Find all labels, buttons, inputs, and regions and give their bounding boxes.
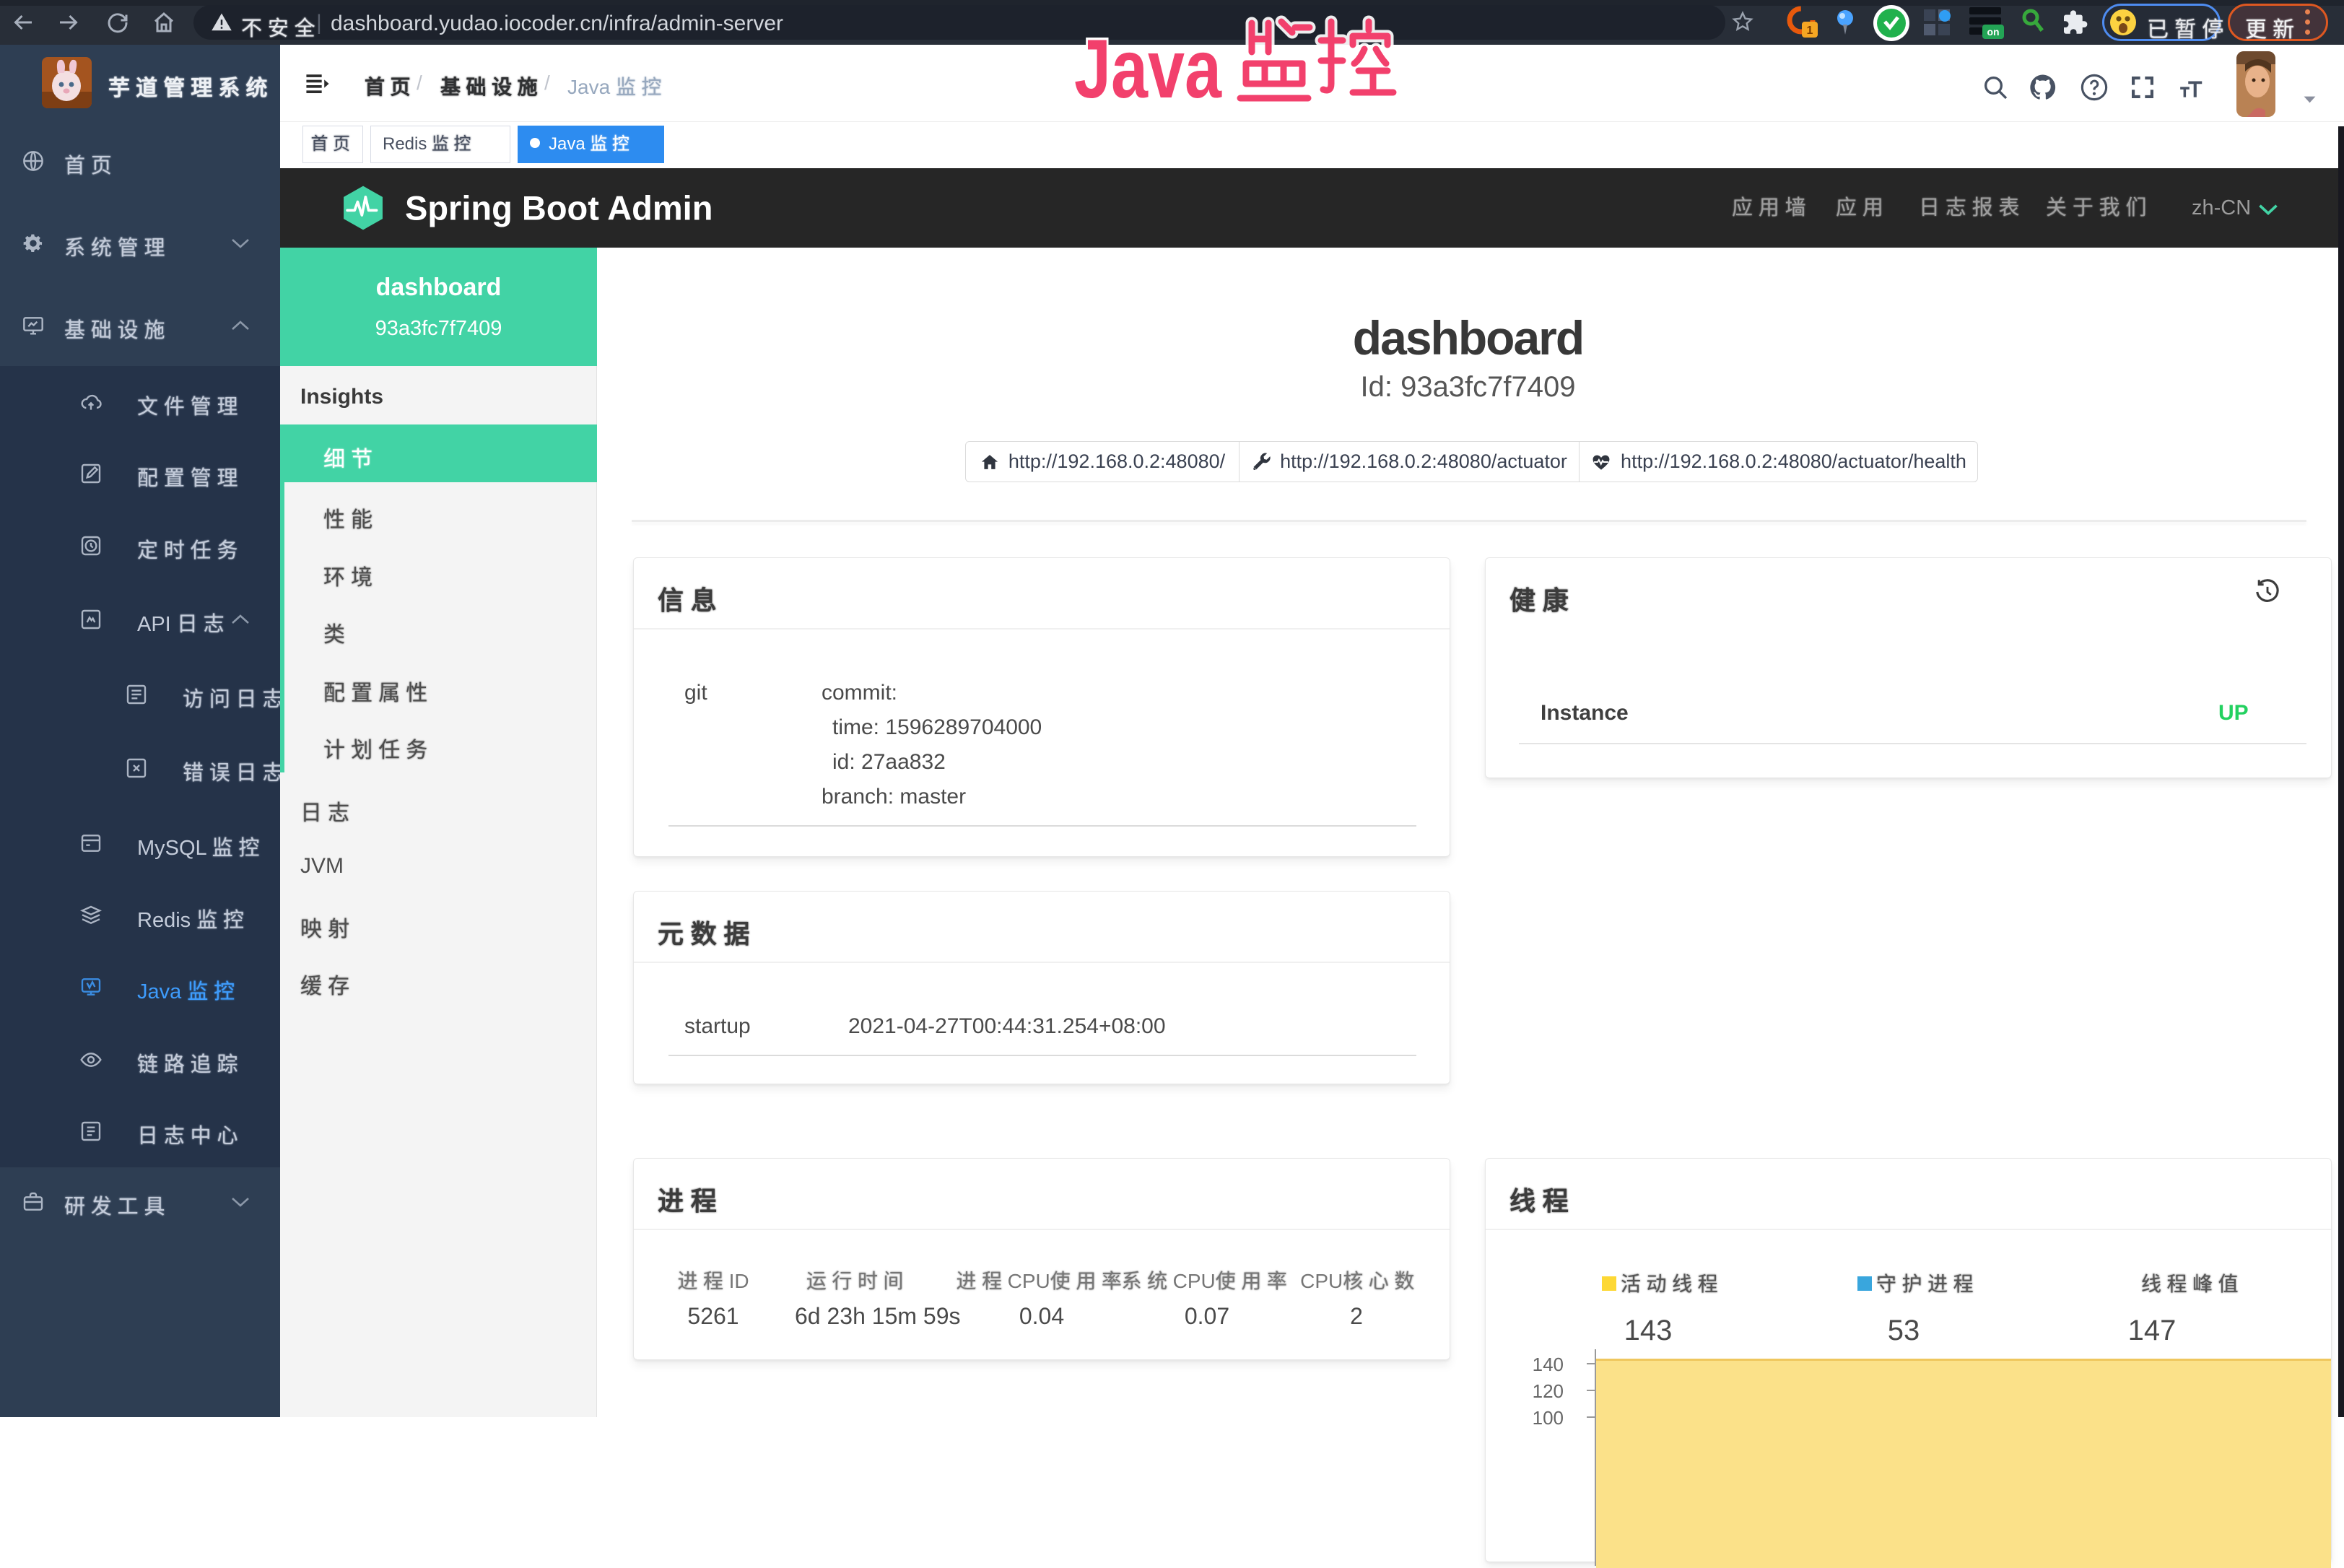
svg-text:Java: Java	[1074, 23, 1222, 116]
svg-text:on: on	[1987, 26, 1999, 38]
svg-text:1: 1	[1807, 25, 1813, 37]
